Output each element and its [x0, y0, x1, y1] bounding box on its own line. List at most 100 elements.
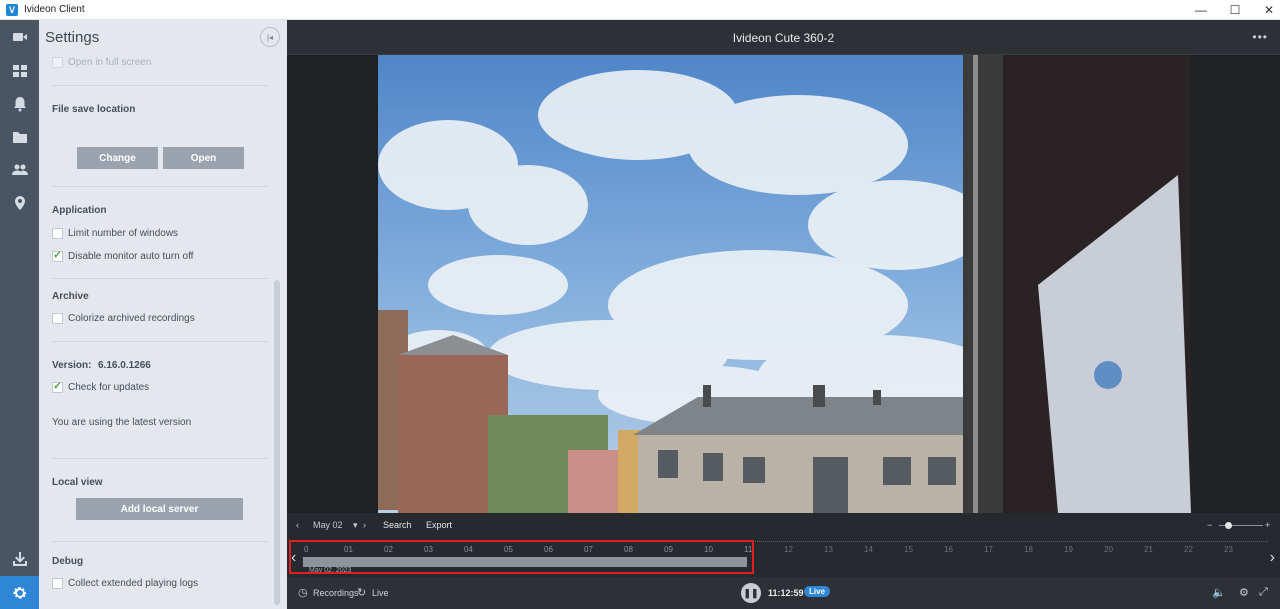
camera-viewer: Ivideon Cute 360-2 ••• ‹ May 02 ▾ › Sear… — [287, 20, 1280, 609]
fullscreen-icon[interactable]: ⤢ — [1259, 586, 1268, 599]
zoom-slider-thumb[interactable] — [1225, 522, 1232, 529]
debug-heading: Debug — [52, 556, 84, 567]
nav-map[interactable] — [0, 186, 39, 219]
zoom-slider[interactable] — [1219, 522, 1263, 529]
nav-files[interactable] — [0, 120, 39, 153]
timeline-hour-label: 16 — [944, 545, 953, 554]
limit-windows-label: Limit number of windows — [68, 227, 179, 239]
application-heading: Application — [52, 205, 107, 216]
title-bar: V Ivideon Client — ☐ ✕ — [0, 0, 1280, 20]
camera-video-frame[interactable] — [378, 55, 1191, 513]
gear-icon — [13, 586, 26, 598]
zoom-in-button[interactable]: + — [1265, 520, 1270, 530]
collect-logs-option[interactable]: Collect extended playing logs — [52, 576, 198, 590]
divider — [52, 186, 268, 187]
timeline-hour-label: 20 — [1104, 545, 1113, 554]
recordings-button[interactable]: Recordings — [313, 588, 359, 598]
nav-layouts[interactable] — [0, 54, 39, 87]
version-status: You are using the latest version — [52, 417, 192, 428]
zoom-out-button[interactable]: − — [1207, 520, 1212, 530]
collapse-left-icon[interactable]: |◂ — [260, 27, 280, 47]
video-image — [378, 55, 1191, 513]
pause-button[interactable]: ❚❚ — [741, 583, 761, 603]
timeline-hour-label: 15 — [904, 545, 913, 554]
maximize-button[interactable]: ☐ — [1218, 0, 1252, 20]
timeline-next-arrow[interactable]: › — [1270, 549, 1275, 567]
more-options-icon[interactable]: ••• — [1252, 30, 1268, 44]
colorize-label: Colorize archived recordings — [68, 312, 195, 324]
open-fullscreen-checkbox[interactable] — [52, 56, 63, 68]
timeline-hour-label: 19 — [1064, 545, 1073, 554]
limit-windows-option[interactable]: Limit number of windows — [52, 226, 178, 240]
open-fullscreen-option[interactable]: Open in full screen — [52, 55, 151, 69]
divider — [52, 85, 268, 86]
live-button[interactable]: Live — [372, 588, 389, 598]
check-updates-label: Check for updates — [68, 381, 150, 393]
date-picker[interactable]: May 02 — [313, 520, 343, 530]
current-time: 11:12:59 — [768, 588, 804, 598]
nav-rail — [0, 20, 39, 609]
timeline-hour-label: 18 — [1024, 545, 1033, 554]
settings-title: Settings — [45, 29, 100, 46]
refresh-icon[interactable]: ↻ — [357, 586, 366, 599]
timeline[interactable]: 0 01 02 03 04 05 06 07 08 09 10 11 12 13 14 15 16 17 18 19 2… — [287, 537, 1280, 577]
close-window-button[interactable]: ✕ — [1252, 0, 1280, 20]
timeline-controls: ‹ May 02 ▾ › Search Export − + — [287, 513, 1280, 537]
video-area[interactable] — [287, 55, 1280, 513]
app-logo-icon: V — [6, 3, 18, 16]
date-dropdown-icon[interactable]: ▾ — [353, 520, 358, 531]
nav-settings[interactable] — [0, 576, 39, 609]
divider — [52, 541, 268, 542]
export-button[interactable]: Export — [426, 520, 452, 530]
search-button[interactable]: Search — [383, 520, 412, 530]
file-save-heading: File save location — [52, 104, 136, 115]
folder-icon — [12, 131, 27, 143]
nav-download[interactable] — [0, 542, 39, 575]
divider — [52, 278, 268, 279]
check-updates-checkbox[interactable] — [52, 381, 63, 393]
change-location-button[interactable]: Change — [77, 147, 158, 169]
colorize-checkbox[interactable] — [52, 312, 63, 324]
local-view-heading: Local view — [52, 477, 103, 488]
disable-monitor-option[interactable]: Disable monitor auto turn off — [52, 249, 193, 263]
map-pin-icon — [14, 195, 25, 210]
playback-bar: ◷ Recordings ↻ Live ❚❚ 11:12:59 Live 🔈 ⚙… — [287, 577, 1280, 609]
collect-logs-label: Collect extended playing logs — [68, 577, 199, 589]
bell-icon — [13, 96, 26, 111]
nav-events[interactable] — [0, 87, 39, 120]
timeline-hour-label: 22 — [1184, 545, 1193, 554]
open-location-button[interactable]: Open — [163, 147, 244, 169]
recordings-icon[interactable]: ◷ — [298, 586, 308, 599]
timeline-hour-label: 23 — [1224, 545, 1233, 554]
volume-icon[interactable]: 🔈 — [1212, 586, 1226, 599]
timeline-highlight-box — [289, 540, 754, 574]
timeline-hour-label: 12 — [784, 545, 793, 554]
live-badge[interactable]: Live — [804, 586, 831, 597]
check-updates-option[interactable]: Check for updates — [52, 380, 149, 394]
limit-windows-checkbox[interactable] — [52, 227, 63, 239]
archive-heading: Archive — [52, 291, 89, 302]
video-camera-icon — [12, 32, 27, 41]
nav-users[interactable] — [0, 153, 39, 186]
camera-name: Ivideon Cute 360-2 — [732, 31, 835, 45]
next-day-button[interactable]: › — [363, 520, 366, 530]
minimize-button[interactable]: — — [1184, 0, 1218, 20]
disable-monitor-checkbox[interactable] — [52, 250, 63, 262]
colorize-option[interactable]: Colorize archived recordings — [52, 311, 195, 325]
settings-scrollbar[interactable] — [274, 280, 280, 605]
timeline-hour-label: 14 — [864, 545, 873, 554]
prev-day-button[interactable]: ‹ — [296, 520, 299, 530]
version-value: 6.16.0.1266 — [98, 360, 151, 371]
open-fullscreen-label: Open in full screen — [68, 56, 152, 68]
download-icon — [12, 551, 27, 566]
add-local-server-button[interactable]: Add local server — [76, 498, 243, 520]
grid-icon — [12, 64, 27, 77]
viewer-header: Ivideon Cute 360-2 ••• — [287, 20, 1280, 55]
timeline-hour-label: 17 — [984, 545, 993, 554]
collect-logs-checkbox[interactable] — [52, 577, 63, 589]
disable-monitor-label: Disable monitor auto turn off — [68, 250, 194, 262]
window-title: Ivideon Client — [24, 4, 85, 15]
nav-cameras[interactable] — [0, 20, 39, 53]
settings-icon[interactable]: ⚙ — [1239, 586, 1249, 599]
settings-panel: Settings |◂ Open in full screen File sav… — [39, 20, 287, 609]
